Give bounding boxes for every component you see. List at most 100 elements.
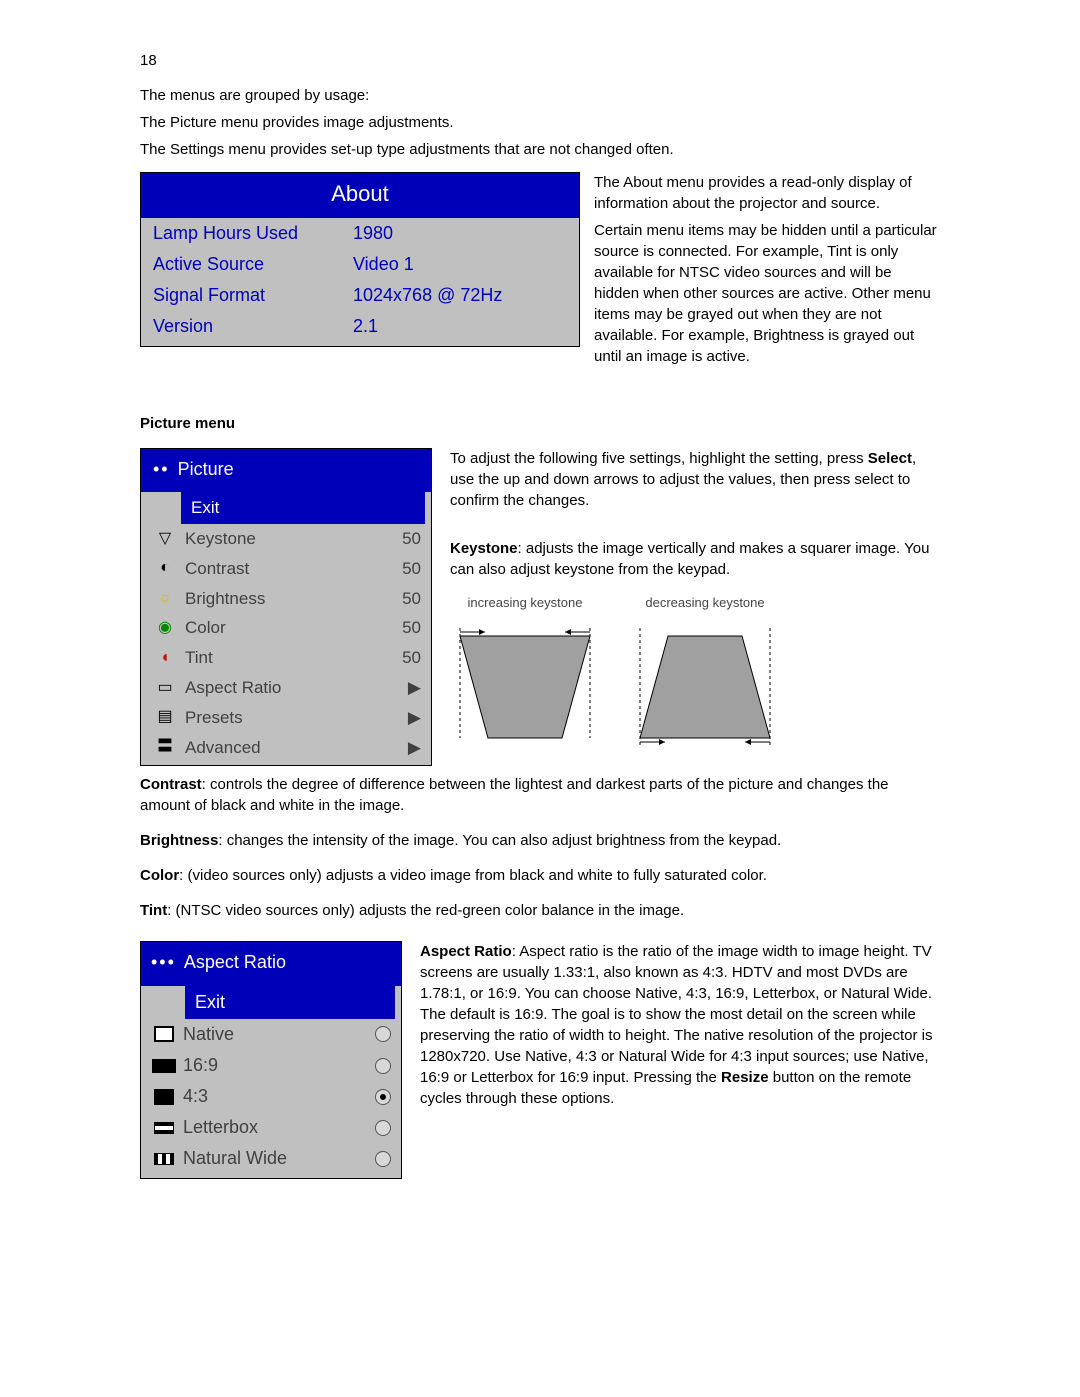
letterbox-icon (151, 1122, 177, 1134)
option-label: Native (177, 1022, 375, 1047)
about-value: 1980 (353, 221, 567, 246)
menu-item-label: Tint (179, 646, 381, 670)
keystone-decreasing-icon (630, 618, 780, 748)
menu-item-label: Advanced (179, 736, 381, 760)
contrast-label: Contrast (140, 776, 202, 793)
menu-item-exit[interactable]: Exit (185, 986, 395, 1019)
option-label: Natural Wide (177, 1146, 375, 1171)
menu-item-value: 50 (381, 557, 421, 581)
about-label: Signal Format (153, 283, 353, 308)
picture-menu-panel: •• Picture Exit ▽ Keystone 50 ◐ Contrast… (140, 448, 432, 766)
contrast-paragraph: Contrast: controls the degree of differe… (140, 774, 940, 816)
menu-item-contrast[interactable]: ◐ Contrast 50 (141, 554, 431, 584)
tint-label: Tint (140, 902, 167, 919)
color-label: Color (140, 867, 179, 884)
menu-item-brightness[interactable]: ☼ Brightness 50 (141, 584, 431, 614)
color-icon: ◉ (151, 617, 179, 639)
aspect-option-letterbox[interactable]: Letterbox (141, 1112, 401, 1143)
text: : Aspect ratio is the ratio of the image… (420, 943, 933, 1086)
menu-item-aspect-ratio[interactable]: ▭ Aspect Ratio ▶ (141, 673, 431, 703)
about-label: Lamp Hours Used (153, 221, 353, 246)
select-bold: Select (868, 450, 912, 467)
menu-item-advanced[interactable]: 〓 Advanced ▶ (141, 733, 431, 766)
aspect-ratio-section: ••• Aspect Ratio Exit Native 16:9 4:3 (140, 941, 940, 1186)
keystone-diagram: increasing keystone decreasing keystone (450, 594, 940, 754)
brightness-label: Brightness (140, 832, 218, 849)
option-label: Letterbox (177, 1115, 375, 1140)
advanced-icon: 〓 (151, 736, 179, 758)
submenu-arrow-icon: ▶ (381, 736, 421, 760)
about-row-source: Active Source Video 1 (141, 249, 579, 280)
brightness-paragraph: Brightness: changes the intensity of the… (140, 830, 940, 851)
about-row-lamp: Lamp Hours Used 1980 (141, 218, 579, 249)
menu-item-color[interactable]: ◉ Color 50 (141, 613, 431, 643)
menu-item-exit[interactable]: Exit (181, 492, 425, 524)
picture-menu-title: •• Picture (141, 449, 431, 492)
presets-icon: ▤ (151, 706, 179, 728)
about-value: 1024x768 @ 72Hz (353, 283, 567, 308)
menu-depth-dots-icon: ••• (151, 950, 176, 975)
contrast-icon: ◐ (151, 557, 179, 579)
aspect-option-native[interactable]: Native (141, 1019, 401, 1050)
keystone-label: Keystone (450, 540, 518, 557)
radio-icon (375, 1120, 391, 1136)
submenu-arrow-icon: ▶ (381, 706, 421, 730)
keystone-increasing-col: increasing keystone (450, 594, 600, 754)
about-label: Active Source (153, 252, 353, 277)
tint-paragraph: Tint: (NTSC video sources only) adjusts … (140, 900, 940, 921)
sixteen-nine-icon (151, 1059, 177, 1073)
aspect-option-natural-wide[interactable]: Natural Wide (141, 1143, 401, 1177)
radio-icon (375, 1026, 391, 1042)
aspect-ratio-icon: ▭ (151, 677, 179, 699)
text: To adjust the following five settings, h… (450, 450, 868, 467)
natural-wide-icon (151, 1153, 177, 1165)
radio-icon (375, 1058, 391, 1074)
picture-title-label: Picture (178, 457, 234, 482)
radio-icon (375, 1089, 391, 1105)
menu-item-value: 50 (381, 616, 421, 640)
about-label: Version (153, 314, 353, 339)
about-menu-panel: About Lamp Hours Used 1980 Active Source… (140, 172, 580, 347)
menu-item-label: Keystone (179, 527, 381, 551)
menu-item-label: Brightness (179, 587, 381, 611)
menu-item-keystone[interactable]: ▽ Keystone 50 (141, 524, 431, 554)
about-value: Video 1 (353, 252, 567, 277)
aspect-ratio-menu-title: ••• Aspect Ratio (141, 942, 401, 985)
native-icon (151, 1026, 177, 1042)
menu-item-label: Aspect Ratio (179, 676, 381, 700)
menu-item-value: 50 (381, 587, 421, 611)
intro-line-1: The menus are grouped by usage: (140, 85, 940, 106)
menu-item-label: Presets (179, 706, 381, 730)
keystone-decreasing-col: decreasing keystone (630, 594, 780, 754)
about-menu-title: About (141, 173, 579, 218)
radio-icon (375, 1151, 391, 1167)
text: : adjusts the image vertically and makes… (450, 540, 929, 578)
brightness-icon: ☼ (151, 587, 179, 609)
intro-line-3: The Settings menu provides set-up type a… (140, 139, 940, 160)
picture-section: •• Picture Exit ▽ Keystone 50 ◐ Contrast… (140, 448, 940, 774)
menu-depth-dots-icon: •• (153, 457, 170, 482)
option-label: 16:9 (177, 1053, 375, 1078)
about-section: About Lamp Hours Used 1980 Active Source… (140, 172, 940, 373)
aspect-option-4-3[interactable]: 4:3 (141, 1081, 401, 1112)
aspect-option-16-9[interactable]: 16:9 (141, 1050, 401, 1081)
keystone-increasing-icon (450, 618, 600, 748)
option-label: 4:3 (177, 1084, 375, 1109)
about-value: 2.1 (353, 314, 567, 339)
aspect-ratio-title-label: Aspect Ratio (184, 950, 286, 975)
menu-item-label: Contrast (179, 557, 381, 581)
tint-icon: ◖ (151, 647, 179, 669)
intro-line-2: The Picture menu provides image adjustme… (140, 112, 940, 133)
text: : (video sources only) adjusts a video i… (179, 867, 767, 884)
text: : changes the intensity of the image. Yo… (218, 832, 781, 849)
menu-item-presets[interactable]: ▤ Presets ▶ (141, 703, 431, 733)
keystone-increasing-label: increasing keystone (450, 594, 600, 612)
color-paragraph: Color: (video sources only) adjusts a vi… (140, 865, 940, 886)
aspect-ratio-label: Aspect Ratio (420, 943, 512, 960)
menu-item-label: Color (179, 616, 381, 640)
menu-item-tint[interactable]: ◖ Tint 50 (141, 643, 431, 673)
menu-item-value: 50 (381, 646, 421, 670)
about-row-version: Version 2.1 (141, 311, 579, 345)
page-number: 18 (140, 50, 940, 71)
submenu-arrow-icon: ▶ (381, 676, 421, 700)
